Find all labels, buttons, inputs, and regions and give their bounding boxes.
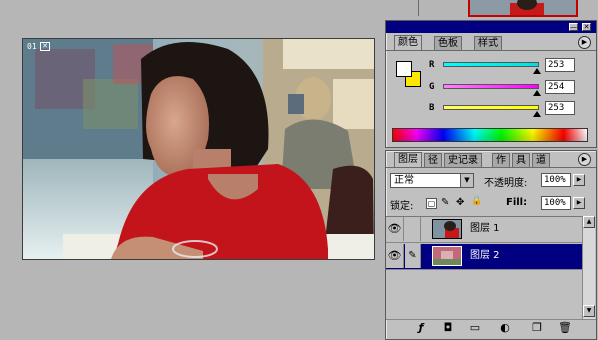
layer-row[interactable]: 👁 图层 1	[386, 217, 582, 243]
value-field-g[interactable]: 254	[545, 80, 575, 94]
navigator-preview-image	[470, 0, 576, 15]
document-window[interactable]: 01 ✕	[22, 38, 375, 260]
slider-thumb-b[interactable]	[533, 111, 541, 117]
minimize-icon[interactable]: —	[569, 23, 578, 31]
layer-link-cell[interactable]	[405, 217, 421, 241]
tab-tools[interactable]: 具	[512, 153, 530, 167]
eye-icon[interactable]: 👁	[386, 244, 404, 268]
slider-label-r: R	[429, 60, 435, 70]
new-set-icon[interactable]: ▭	[468, 322, 482, 334]
tab-actions[interactable]: 作	[492, 153, 510, 167]
layers-bottom-bar: ƒ ◘ ▭ ◐ ❐ 🗑	[386, 319, 596, 335]
tab-swatches[interactable]: 色板	[434, 36, 462, 50]
tab-paths[interactable]: 径	[424, 153, 442, 167]
trash-icon[interactable]: 🗑	[558, 322, 572, 334]
document-number-label: 01	[27, 42, 37, 51]
tab-channels[interactable]: 道	[532, 153, 550, 167]
value-field-b[interactable]: 253	[545, 101, 575, 115]
palette-menu-arrow-icon[interactable]: ▶	[578, 36, 591, 49]
new-layer-icon[interactable]: ❐	[530, 322, 544, 334]
layers-palette: 图层 径 史记录 作 具 道 ▶ 正常 ▼ 不透明度: 100% ▶ 锁定: ▢…	[385, 150, 597, 340]
layer-thumbnail	[432, 246, 462, 266]
close-icon[interactable]: ✕	[582, 23, 591, 31]
divider-line	[418, 0, 419, 16]
slider-label-b: B	[429, 103, 435, 113]
eye-icon[interactable]: 👁	[386, 217, 404, 241]
navigator-thumbnail[interactable]	[468, 0, 578, 17]
scroll-up-icon[interactable]: ▲	[583, 216, 595, 228]
color-palette-titlebar[interactable]	[386, 21, 596, 33]
color-spectrum-bar[interactable]	[392, 128, 588, 142]
color-palette: — ✕ 颜色 色板 样式 ▶ R 253 G 254 B 253	[385, 20, 597, 148]
layers-list: 👁 图层 1 👁 ✎ 图层 2	[386, 216, 582, 319]
blend-mode-select[interactable]: 正常 ▼	[390, 173, 474, 188]
spectrum-shade	[393, 129, 587, 141]
tab-color[interactable]: 颜色	[394, 35, 422, 50]
layer-style-icon[interactable]: ƒ	[414, 322, 428, 334]
slider-label-g: G	[429, 82, 435, 92]
tab-layers[interactable]: 图层	[394, 152, 422, 167]
foreground-color-swatch[interactable]	[396, 61, 412, 77]
lock-label: 锁定:	[390, 201, 414, 212]
lock-move-icon[interactable]: ✥	[456, 197, 464, 208]
opacity-arrow-icon[interactable]: ▶	[573, 174, 585, 186]
layers-tab-divider	[386, 167, 596, 168]
layer-mask-icon[interactable]: ◘	[441, 322, 455, 334]
fill-field[interactable]: 100%	[541, 196, 571, 210]
scroll-down-icon[interactable]: ▼	[583, 305, 595, 317]
blend-mode-value: 正常	[394, 175, 414, 186]
adjustment-layer-icon[interactable]: ◐	[498, 322, 512, 334]
opacity-label: 不透明度:	[484, 178, 528, 189]
slider-thumb-g[interactable]	[533, 90, 541, 96]
photo-canvas[interactable]	[23, 39, 374, 259]
tab-history[interactable]: 史记录	[444, 153, 482, 167]
opacity-field[interactable]: 100%	[541, 173, 571, 187]
layer-name[interactable]: 图层 2	[470, 244, 500, 268]
slider-track-b[interactable]	[443, 105, 539, 110]
chevron-down-icon[interactable]: ▼	[460, 174, 473, 187]
document-close-icon[interactable]: ✕	[40, 42, 50, 51]
layer-name[interactable]: 图层 1	[470, 217, 500, 241]
layers-scrollbar[interactable]: ▲ ▼	[582, 216, 595, 319]
slider-track-g[interactable]	[443, 84, 539, 89]
slider-thumb-r[interactable]	[533, 68, 541, 74]
value-field-r[interactable]: 253	[545, 58, 575, 72]
fill-label: Fill:	[506, 197, 528, 208]
tab-styles[interactable]: 样式	[474, 36, 502, 50]
tab-divider	[386, 50, 596, 51]
lock-all-icon[interactable]: 🔒	[471, 196, 482, 206]
lock-paint-icon[interactable]: ✎	[441, 197, 449, 208]
lock-transparency-icon[interactable]: ▢	[426, 198, 437, 209]
paintbrush-icon[interactable]: ✎	[405, 244, 421, 268]
fill-arrow-icon[interactable]: ▶	[573, 197, 585, 209]
layer-row-selected[interactable]: 👁 ✎ 图层 2	[386, 244, 582, 270]
layer-thumbnail	[432, 219, 462, 239]
layers-menu-arrow-icon[interactable]: ▶	[578, 153, 591, 166]
slider-track-r[interactable]	[443, 62, 539, 67]
